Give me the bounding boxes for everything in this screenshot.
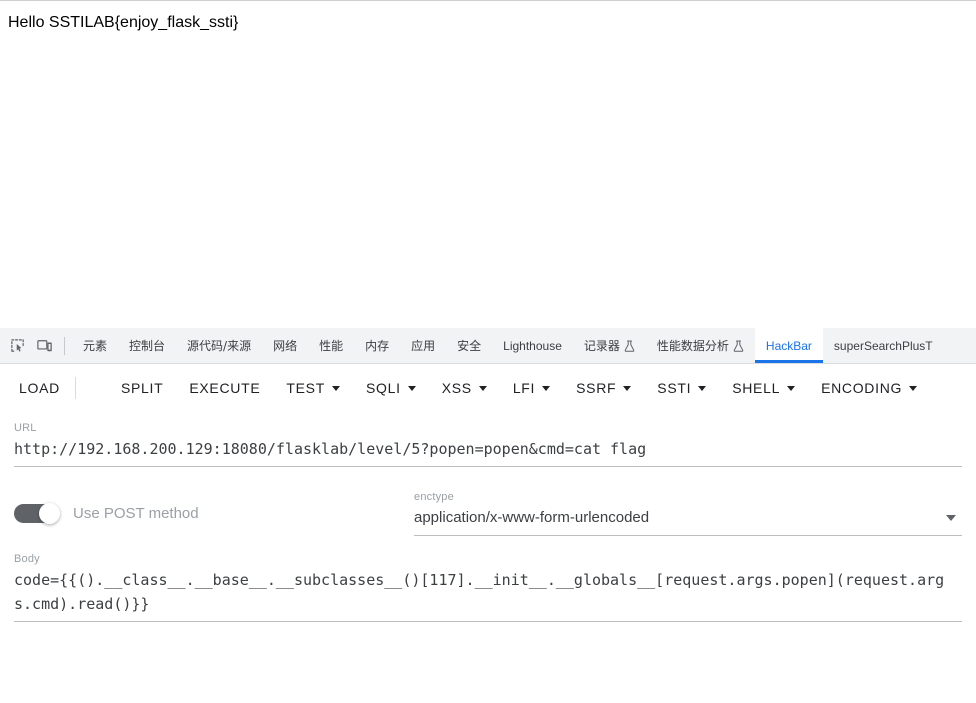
chevron-down-icon <box>909 385 918 391</box>
tab-application[interactable]: 应用 <box>400 328 446 363</box>
enctype-value: application/x-www-form-urlencoded <box>414 509 650 526</box>
tab-label: 记录器 <box>583 338 620 353</box>
button-label: SSRF <box>576 380 617 396</box>
tab-supersearchplus[interactable]: superSearchPlusT <box>823 328 944 363</box>
devtools-panel: 元素 控制台 源代码/来源 网络 性能 内存 应用 安全 Lighthouse … <box>0 328 976 703</box>
tab-performance-insights[interactable]: 性能数据分析 <box>646 328 755 363</box>
tab-console[interactable]: 控制台 <box>118 328 176 363</box>
devtools-tabbar: 元素 控制台 源代码/来源 网络 性能 内存 应用 安全 Lighthouse … <box>0 328 976 364</box>
chevron-down-icon <box>407 385 416 391</box>
tab-hackbar[interactable]: HackBar <box>754 328 823 363</box>
page-viewport: Hello SSTILAB{enjoy_flask_ssti} <box>0 0 976 328</box>
page-content-text: Hello SSTILAB{enjoy_flask_ssti} <box>8 14 239 31</box>
body-field: Body code={{().__class__.__base__.__subc… <box>14 552 962 622</box>
tab-label: 内存 <box>365 338 390 353</box>
experiment-flask-icon <box>624 340 635 352</box>
xss-button[interactable]: XSS <box>429 371 500 405</box>
url-field: URL http://192.168.200.129:18080/flaskla… <box>14 421 962 467</box>
tab-label: 性能 <box>319 338 344 353</box>
test-button[interactable]: TEST <box>273 371 353 405</box>
chevron-down-icon <box>946 515 956 521</box>
url-input-underline: http://192.168.200.129:18080/flasklab/le… <box>14 435 962 467</box>
use-post-method-toggle[interactable] <box>14 503 60 524</box>
tab-label: superSearchPlusT <box>833 338 933 353</box>
tab-label: HackBar <box>765 338 812 353</box>
post-method-row: Use POST method enctype application/x-ww… <box>14 484 962 536</box>
ssrf-button[interactable]: SSRF <box>563 371 644 405</box>
chevron-down-icon <box>698 385 707 391</box>
enctype-select[interactable]: application/x-www-form-urlencoded <box>414 504 962 535</box>
ssti-button[interactable]: SSTI <box>644 371 719 405</box>
tab-elements[interactable]: 元素 <box>72 328 118 363</box>
tab-network[interactable]: 网络 <box>262 328 308 363</box>
load-button[interactable]: LOAD <box>6 371 73 405</box>
chevron-down-icon <box>623 385 632 391</box>
enctype-label: enctype <box>414 491 454 503</box>
tab-sources[interactable]: 源代码/来源 <box>176 328 262 363</box>
tab-label: 网络 <box>273 338 298 353</box>
chevron-down-icon <box>787 385 796 391</box>
tab-recorder[interactable]: 记录器 <box>573 328 646 363</box>
use-post-method-label: Use POST method <box>73 504 199 522</box>
shell-button[interactable]: SHELL <box>719 371 808 405</box>
chevron-down-icon <box>331 385 340 391</box>
tab-label: 控制台 <box>129 338 166 353</box>
chevron-down-icon <box>542 385 551 391</box>
button-label: XSS <box>441 380 472 396</box>
button-label: LOAD <box>19 380 60 396</box>
enctype-field: enctype application/x-www-form-urlencode… <box>414 490 962 536</box>
lfi-button[interactable]: LFI <box>500 371 563 405</box>
load-split-divider <box>74 377 76 399</box>
hackbar-form: URL http://192.168.200.129:18080/flaskla… <box>0 421 976 622</box>
sqli-button[interactable]: SQLI <box>353 371 429 405</box>
tab-label: 源代码/来源 <box>187 338 252 353</box>
device-toolbar-icon[interactable] <box>31 328 59 363</box>
tabbar-divider <box>64 336 65 355</box>
chevron-down-icon <box>478 385 487 391</box>
body-label: Body <box>14 553 40 565</box>
body-input-underline: code={{().__class__.__base__.__subclasse… <box>14 566 962 622</box>
tab-performance[interactable]: 性能 <box>308 328 354 363</box>
execute-button[interactable]: EXECUTE <box>176 371 273 405</box>
url-input[interactable]: http://192.168.200.129:18080/flasklab/le… <box>14 435 962 466</box>
tab-lighthouse[interactable]: Lighthouse <box>492 328 573 363</box>
post-toggle-wrap: Use POST method <box>14 503 414 536</box>
button-label: SPLIT <box>120 380 164 396</box>
button-label: SSTI <box>657 380 692 396</box>
toggle-knob <box>39 503 60 524</box>
split-button[interactable]: SPLIT <box>108 371 176 405</box>
button-label: TEST <box>286 380 325 396</box>
tab-label: 元素 <box>83 338 108 353</box>
tab-security[interactable]: 安全 <box>446 328 492 363</box>
inspect-element-icon[interactable] <box>3 328 31 363</box>
tab-label: 性能数据分析 <box>656 338 729 353</box>
url-label: URL <box>14 422 37 434</box>
encoding-button[interactable]: ENCODING <box>808 371 930 405</box>
tab-label: 安全 <box>457 338 482 353</box>
button-label: EXECUTE <box>189 380 261 396</box>
load-button-group: LOAD <box>6 371 108 405</box>
button-label: SQLI <box>365 380 401 396</box>
enctype-underline: application/x-www-form-urlencoded <box>414 504 962 536</box>
button-label: ENCODING <box>821 380 903 396</box>
tab-label: 应用 <box>411 338 436 353</box>
tab-memory[interactable]: 内存 <box>354 328 400 363</box>
hackbar-toolbar: LOAD SPLIT EXECUTE TEST SQLI XSS LFI SSR… <box>0 364 976 412</box>
experiment-flask-icon <box>733 340 744 352</box>
load-dropdown-button[interactable] <box>78 371 108 405</box>
tab-label: Lighthouse <box>503 338 562 353</box>
body-input[interactable]: code={{().__class__.__base__.__subclasse… <box>14 566 962 621</box>
button-label: LFI <box>512 380 536 396</box>
button-label: SHELL <box>732 380 781 396</box>
